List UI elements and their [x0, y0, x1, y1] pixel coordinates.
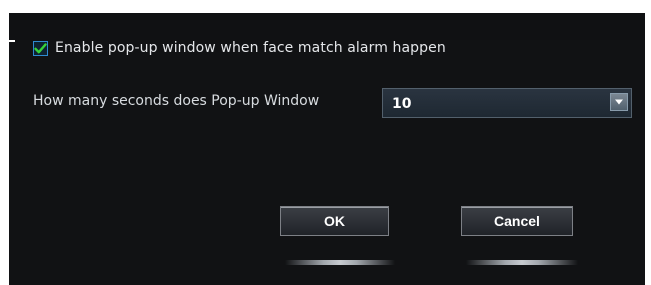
dropdown-button[interactable]: [610, 93, 628, 111]
popup-seconds-value: 10: [392, 96, 412, 112]
enable-popup-label: Enable pop-up window when face match ala…: [55, 40, 446, 56]
enable-popup-checkbox[interactable]: [33, 40, 48, 56]
enable-popup-row[interactable]: Enable pop-up window when face match ala…: [33, 38, 446, 58]
dialog-top-strip: [9, 13, 645, 40]
cancel-button[interactable]: Cancel: [461, 206, 573, 236]
divider: [9, 40, 15, 42]
popup-settings-dialog: Enable pop-up window when face match ala…: [9, 13, 645, 285]
popup-seconds-label: How many seconds does Pop-up Window: [33, 93, 320, 109]
popup-seconds-select[interactable]: 10: [382, 88, 632, 118]
checkmark-icon: [34, 42, 47, 53]
ok-button[interactable]: OK: [280, 206, 389, 236]
chevron-down-icon: [615, 99, 623, 105]
cancel-button-reflection: [466, 260, 578, 265]
ok-button-reflection: [285, 260, 395, 265]
